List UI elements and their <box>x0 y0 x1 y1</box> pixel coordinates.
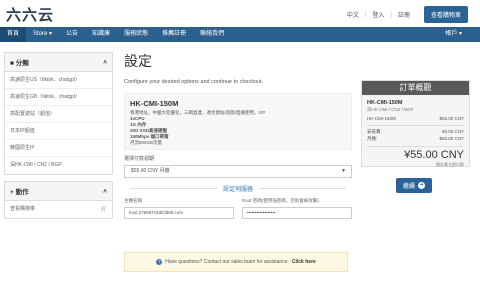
summary-line: HK-CMI-150M $55.00 CNY <box>367 116 464 121</box>
config-server-heading: 設定伺服器 <box>124 184 352 193</box>
setup-fee-value: ¥0.00 CNY <box>441 129 464 134</box>
sidebar: ■ 分類 ˄ 高速原生US（tiktok、chatgpt） 高速原生GB（tik… <box>4 52 113 225</box>
category-item[interactable]: 高速原生US（tiktok、chatgpt） <box>5 72 112 89</box>
root-password-label: Root 密碼(使用強密碼，否則會被攻擊) <box>242 198 319 203</box>
view-cart-label: 查看購物車 <box>10 206 36 212</box>
question-icon: ? <box>156 259 163 265</box>
main-content: 設定 Configure your desired options and co… <box>124 52 352 219</box>
setup-fee-label: 安裝費: <box>367 129 382 134</box>
chevron-down-icon: ▼ <box>341 168 346 174</box>
actions-header[interactable]: + 動作 ˄ <box>5 182 112 201</box>
account-menu[interactable]: 帳戶 ▾ <box>445 27 462 42</box>
config-server-title: 設定伺服器 <box>223 187 254 193</box>
register-link[interactable]: 註冊 <box>398 10 410 19</box>
divider: | <box>364 11 367 18</box>
category-item[interactable]: 日本IP超值 <box>5 123 112 140</box>
billing-cycle-select[interactable]: $55.00 CNY 月繳 ▼ <box>124 165 352 178</box>
nav-announcements[interactable]: 公告 <box>59 27 85 42</box>
view-cart-link[interactable]: 查看購物車 🛒 <box>5 201 112 218</box>
nav-network-status[interactable]: 服務狀態 <box>117 27 155 42</box>
categories-panel: ■ 分類 ˄ 高速原生US（tiktok、chatgpt） 高速原生GB（tik… <box>4 52 113 175</box>
order-summary: 訂單概觀 HK-CMI-150M 深HK-CMI / CN2 / BGP HK-… <box>361 80 470 167</box>
monthly-label: 月繳: <box>367 136 378 141</box>
nav-home[interactable]: 首頁 <box>0 27 27 42</box>
help-text: Have questions? Contact our sales team f… <box>165 259 289 265</box>
server-fields: 主機名稱 host.276697c53fcfd68.com Root 密碼(使用… <box>124 198 352 219</box>
language-selector[interactable]: 中文 <box>347 10 359 19</box>
monthly-value: $55.00 CNY <box>439 136 464 141</box>
category-item[interactable]: 韓國原生IP <box>5 140 112 157</box>
category-item[interactable]: 深HK-CMI / CN2 / BGP <box>5 157 112 174</box>
summary-total-note: 總計應立即付款 <box>436 162 464 167</box>
summary-line-label: HK-CMI-150M <box>367 116 396 121</box>
actions-panel: + 動作 ˄ 查看購物車 🛒 <box>4 181 113 219</box>
top-bar: 六六云 中文 | 登入 | 註冊 查看購物車 <box>0 0 480 27</box>
root-password-input[interactable]: •••••••••••••••••• <box>242 207 352 219</box>
hostname-label: 主機名稱 <box>124 198 142 203</box>
chevron-up-icon[interactable]: ˄ <box>103 188 107 195</box>
summary-product-name: HK-CMI-150M <box>367 100 403 106</box>
nav-contact[interactable]: 聯絡我們 <box>193 27 231 42</box>
category-item[interactable]: 高配置建站（超值） <box>5 106 112 123</box>
login-link[interactable]: 登入 <box>372 10 384 19</box>
intro-text: Configure your desired options and conti… <box>124 79 264 85</box>
site-logo[interactable]: 六六云 <box>6 4 54 25</box>
category-item[interactable]: 高速原生GB（tiktok、chatgpt） <box>5 89 112 106</box>
view-cart-button[interactable]: 查看購物車 <box>423 6 468 23</box>
order-summary-title: 訂單概觀 <box>362 81 469 95</box>
summary-line-value: $55.00 CNY <box>439 116 464 121</box>
actions-title-wrap: + 動作 <box>10 186 29 196</box>
categories-title-wrap: ■ 分類 <box>10 57 29 67</box>
nav-affiliates[interactable]: 推薦註冊 <box>155 27 193 42</box>
billing-cycle-value: $55.00 CNY 月繳 <box>131 168 170 174</box>
divider <box>367 146 464 147</box>
hostname-input[interactable]: host.276697c53fcfd68.com <box>124 207 234 219</box>
page-title: 設定 <box>124 53 152 69</box>
nav-knowledgebase[interactable]: 知識庫 <box>85 27 117 42</box>
product-info: HK-CMI-150M 香港地址，中國大陸優化，三網直連，適合建站/遊戲/直播使… <box>124 93 352 150</box>
summary-total: ¥55.00 CNY <box>404 149 464 161</box>
top-links: 中文 | 登入 | 註冊 查看購物車 <box>347 6 468 23</box>
divider <box>130 188 217 189</box>
chevron-up-icon[interactable]: ˄ <box>103 59 107 66</box>
summary-product-group: 深HK-CMI / CN2 / BGP <box>367 107 414 112</box>
billing-cycle-label: 選擇付款週期 <box>124 156 155 162</box>
sales-help-bar: ? Have questions? Contact our sales team… <box>124 252 348 272</box>
hostname-group: 主機名稱 host.276697c53fcfd68.com <box>124 198 234 219</box>
continue-button[interactable]: 繼續 ➜ <box>396 178 432 193</box>
arrow-right-icon: ➜ <box>418 182 425 189</box>
root-password-group: Root 密碼(使用強密碼，否則會被攻擊) •••••••••••••••••• <box>242 198 352 219</box>
divider <box>367 125 464 126</box>
main-nav: 首頁 Store ▾ 公告 知識庫 服務狀態 推薦註冊 聯絡我們 帳戶 ▾ <box>0 27 480 42</box>
summary-monthly-row: 月繳: $55.00 CNY <box>367 136 464 142</box>
continue-label: 繼續 <box>402 184 415 190</box>
divider <box>259 188 347 189</box>
categories-title: 分類 <box>15 60 29 67</box>
divider: | <box>390 11 392 18</box>
categories-header[interactable]: ■ 分類 ˄ <box>5 53 112 72</box>
nav-store[interactable]: Store ▾ <box>26 27 59 42</box>
order-summary-body: HK-CMI-150M 深HK-CMI / CN2 / BGP HK-CMI-1… <box>362 95 469 173</box>
product-desc-line: 月流800GB流量 <box>130 140 163 145</box>
product-name: HK-CMI-150M <box>130 99 179 108</box>
help-link[interactable]: Click here <box>292 259 316 265</box>
cart-icon: 🛒 <box>100 206 107 212</box>
actions-title: 動作 <box>15 189 29 196</box>
summary-setup-row: 安裝費: ¥0.00 CNY <box>367 129 464 135</box>
